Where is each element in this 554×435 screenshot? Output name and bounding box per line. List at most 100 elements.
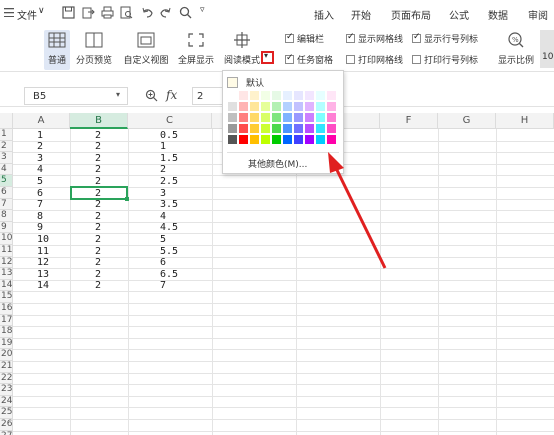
cell-b2[interactable]: 2	[95, 141, 101, 152]
color-swatch[interactable]	[294, 113, 303, 122]
color-swatch[interactable]	[316, 135, 325, 144]
cell-b1[interactable]: 2	[95, 130, 101, 141]
color-swatch[interactable]	[283, 124, 292, 133]
tab-data[interactable]: 数据	[488, 7, 508, 22]
row-header[interactable]: 10	[0, 233, 13, 245]
color-swatch[interactable]	[283, 102, 292, 111]
color-swatch[interactable]	[228, 135, 237, 144]
row-header[interactable]: 14	[0, 279, 13, 292]
color-swatch[interactable]	[239, 113, 248, 122]
cell-c10[interactable]: 5	[160, 234, 166, 245]
cell-a3[interactable]: 3	[37, 153, 43, 164]
cell-a13[interactable]: 13	[37, 269, 49, 280]
column-header-f[interactable]: F	[380, 113, 438, 129]
color-swatch[interactable]	[305, 113, 314, 122]
zoom-value-box[interactable]: 10	[540, 30, 554, 68]
row-header[interactable]: 6	[0, 187, 13, 199]
cell-a14[interactable]: 14	[37, 280, 49, 291]
color-swatch[interactable]	[239, 124, 248, 133]
color-swatch[interactable]	[239, 135, 248, 144]
row-header[interactable]: 7	[0, 198, 13, 211]
color-swatch[interactable]	[250, 124, 259, 133]
file-menu-chevron-icon[interactable]: ∨	[38, 6, 45, 16]
print-gridlines-checkbox[interactable]: 打印网格线	[346, 53, 403, 66]
color-swatch[interactable]	[261, 124, 270, 133]
tab-review[interactable]: 审阅	[528, 7, 548, 22]
cell-c7[interactable]: 3.5	[160, 199, 178, 210]
row-header[interactable]: 15	[0, 291, 13, 303]
color-swatch[interactable]	[327, 124, 336, 133]
redo-icon[interactable]	[159, 6, 172, 19]
tab-page-layout[interactable]: 页面布局	[391, 7, 431, 22]
active-cell-selection[interactable]	[70, 186, 129, 201]
search-icon[interactable]	[179, 6, 192, 19]
cell-c5[interactable]: 2.5	[160, 176, 178, 187]
row-header[interactable]: 16	[0, 303, 13, 315]
row-header[interactable]: 26	[0, 419, 13, 431]
row-header[interactable]: 9	[0, 221, 13, 234]
column-header-c[interactable]: C	[128, 113, 212, 129]
formula-bar-checkbox[interactable]: 编辑栏	[285, 32, 324, 45]
color-swatch[interactable]	[316, 91, 325, 100]
page-break-preview-button[interactable]: 分页预览	[74, 30, 114, 66]
cell-c12[interactable]: 6	[160, 257, 166, 268]
cell-a9[interactable]: 9	[37, 222, 43, 233]
cell-a2[interactable]: 2	[37, 141, 43, 152]
cell-b7[interactable]: 2	[95, 199, 101, 210]
cell-a11[interactable]: 11	[37, 246, 49, 257]
cell-b11[interactable]: 2	[95, 246, 101, 257]
undo-icon[interactable]	[141, 6, 154, 19]
color-swatch[interactable]	[261, 113, 270, 122]
color-swatch[interactable]	[327, 102, 336, 111]
cell-a12[interactable]: 12	[37, 257, 49, 268]
row-header[interactable]: 22	[0, 372, 13, 385]
cell-a6[interactable]: 6	[37, 188, 43, 199]
row-header[interactable]: 8	[0, 210, 13, 222]
row-header[interactable]: 17	[0, 314, 13, 327]
cell-a8[interactable]: 8	[37, 211, 43, 222]
name-box-chevron-icon[interactable]: ▾	[116, 90, 120, 99]
row-header[interactable]: 20	[0, 349, 13, 361]
formula-input[interactable]: 2	[192, 87, 222, 105]
print-headers-checkbox[interactable]: 打印行号列标	[412, 53, 478, 66]
color-swatch[interactable]	[261, 135, 270, 144]
show-headers-checkbox[interactable]: 显示行号列标	[412, 32, 478, 45]
row-header[interactable]: 13	[0, 268, 13, 280]
show-gridlines-checkbox[interactable]: 显示网格线	[346, 32, 403, 45]
cell-a7[interactable]: 7	[37, 199, 43, 210]
color-swatch[interactable]	[272, 113, 281, 122]
zoom-button[interactable]: % 显示比例	[496, 30, 536, 66]
tab-formulas[interactable]: 公式	[449, 7, 469, 22]
column-header-h[interactable]: H	[496, 113, 554, 129]
reading-mode-dropdown-button[interactable]: ▾	[261, 51, 274, 64]
color-swatch[interactable]	[294, 135, 303, 144]
export-icon[interactable]	[82, 6, 95, 19]
color-swatch[interactable]	[283, 91, 292, 100]
color-swatch[interactable]	[294, 124, 303, 133]
row-header[interactable]: 12	[0, 256, 13, 269]
column-header-a[interactable]: A	[13, 113, 70, 129]
row-header[interactable]: 19	[0, 337, 13, 350]
reading-mode-button[interactable]: 阅读模式	[223, 30, 261, 66]
color-swatch[interactable]	[228, 124, 237, 133]
row-header[interactable]: 4	[0, 163, 13, 176]
cell-b8[interactable]: 2	[95, 211, 101, 222]
tab-home[interactable]: 开始	[351, 7, 371, 22]
full-screen-button[interactable]: 全屏显示	[176, 30, 216, 66]
task-pane-checkbox[interactable]: 任务窗格	[285, 53, 333, 66]
row-header[interactable]: 25	[0, 407, 13, 419]
custom-view-button[interactable]: 自定义视图	[120, 30, 172, 66]
cell-a1[interactable]: 1	[37, 130, 43, 141]
color-swatch[interactable]	[316, 102, 325, 111]
zoom-formula-icon[interactable]	[145, 89, 158, 102]
cell-b13[interactable]: 2	[95, 269, 101, 280]
row-header[interactable]: 24	[0, 395, 13, 408]
normal-view-button[interactable]: 普通	[44, 30, 70, 70]
print-icon[interactable]	[101, 6, 114, 19]
color-swatch[interactable]	[239, 102, 248, 111]
row-header[interactable]: 5	[0, 175, 13, 187]
row-header[interactable]: 23	[0, 384, 13, 396]
cell-b4[interactable]: 2	[95, 164, 101, 175]
color-swatch[interactable]	[250, 91, 259, 100]
cell-c8[interactable]: 4	[160, 211, 166, 222]
